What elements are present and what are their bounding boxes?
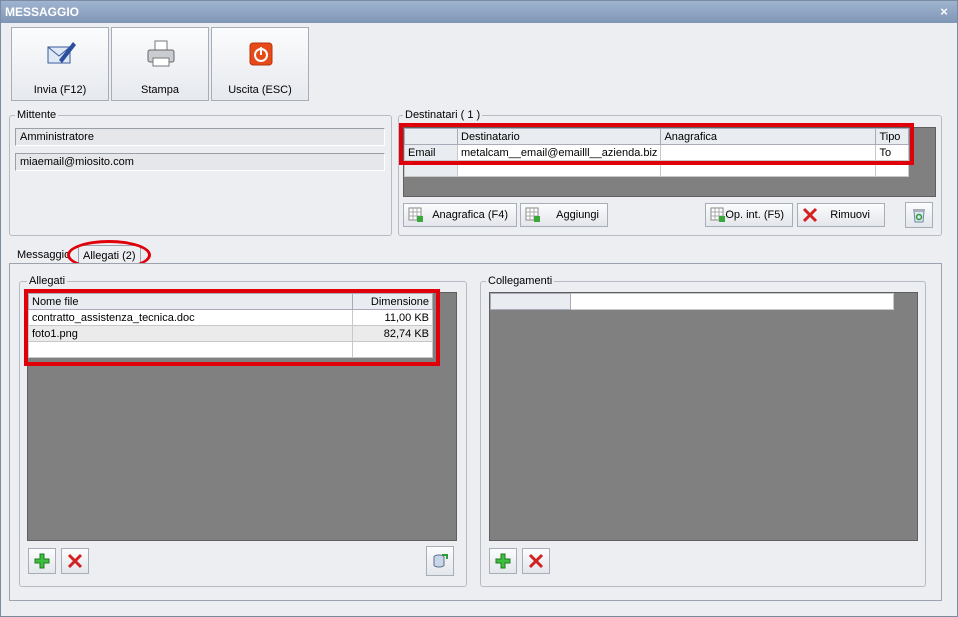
print-label: Stampa <box>141 84 179 96</box>
save-attachments-button[interactable] <box>426 546 454 576</box>
recipients-group-label: Destinatari ( 1 ) <box>403 109 483 121</box>
links-group-label: Collegamenti <box>486 275 555 287</box>
links-header-cell[interactable] <box>570 293 894 310</box>
window-title: MESSAGGIO <box>5 5 80 19</box>
red-x-icon <box>802 207 818 223</box>
printer-icon <box>147 40 175 67</box>
title-bar: MESSAGGIO × <box>1 1 957 23</box>
power-icon <box>249 42 273 66</box>
row-header <box>404 160 458 177</box>
empty-cell[interactable] <box>660 160 877 177</box>
pen-letter-icon <box>47 42 76 64</box>
filename-cell[interactable]: contratto_assistenza_tecnica.doc <box>28 309 353 326</box>
column-header-type[interactable]: Tipo <box>875 128 910 145</box>
table-row-empty[interactable] <box>28 341 433 358</box>
empty-cell[interactable] <box>875 160 910 177</box>
size-cell[interactable]: 11,00 KB <box>352 309 433 326</box>
print-button[interactable]: Stampa <box>111 27 209 101</box>
table-row[interactable]: Email metalcam__email@emailll__azienda.b… <box>404 144 910 161</box>
plus-icon <box>495 553 511 569</box>
empty-cell[interactable] <box>456 160 662 177</box>
tab-attachments[interactable]: Allegati (2) <box>78 245 141 265</box>
empty-cell[interactable] <box>28 341 353 358</box>
recipient-cell[interactable]: metalcam__email@emailll__azienda.biz <box>456 144 662 161</box>
type-cell[interactable]: To <box>875 144 910 161</box>
sender-email-field: miaemail@miosito.com <box>15 153 385 171</box>
exit-button[interactable]: Uscita (ESC) <box>211 27 309 101</box>
remove-attachment-button[interactable] <box>61 548 89 574</box>
recipients-corner-cell <box>404 128 458 145</box>
exit-label: Uscita (ESC) <box>228 84 292 96</box>
empty-cell[interactable] <box>352 341 433 358</box>
registry-label: Anagrafica (F4) <box>432 209 508 221</box>
column-header-registry[interactable]: Anagrafica <box>660 128 877 145</box>
add-recipient-button[interactable]: Aggiungi <box>520 203 608 227</box>
column-header-recipient[interactable]: Destinatario <box>456 128 662 145</box>
attachments-group-label: Allegati <box>27 275 68 287</box>
message-window: MESSAGGIO × Invia (F12) Stampa Uscita (E… <box>0 0 958 617</box>
recycle-bin-icon <box>913 209 925 223</box>
red-x-icon <box>67 553 83 569</box>
recipients-grid[interactable]: Destinatario Anagrafica Tipo Email metal… <box>403 127 936 197</box>
column-header-size[interactable]: Dimensione <box>352 293 433 310</box>
recipients-header-row: Destinatario Anagrafica Tipo <box>404 128 910 145</box>
size-cell[interactable]: 82,74 KB <box>352 325 433 342</box>
links-corner-cell <box>490 293 571 310</box>
internal-operator-button[interactable]: Op. int. (F5) <box>705 203 793 227</box>
attachments-table: Nome file Dimensione contratto_assistenz… <box>28 293 433 358</box>
database-export-icon <box>433 554 448 568</box>
add-link-button[interactable] <box>489 548 517 574</box>
registry-cell[interactable] <box>660 144 877 161</box>
sender-name-field: Amministratore <box>15 128 385 146</box>
add-recipient-label: Aggiungi <box>556 209 599 221</box>
row-header: Email <box>404 144 458 161</box>
sender-group-label: Mittente <box>15 109 59 121</box>
filename-cell[interactable]: foto1.png <box>28 325 353 342</box>
attachments-header-row: Nome file Dimensione <box>28 293 433 310</box>
add-attachment-button[interactable] <box>28 548 56 574</box>
close-icon[interactable]: × <box>937 1 951 23</box>
recipients-table: Destinatario Anagrafica Tipo Email metal… <box>404 128 910 177</box>
links-header-row <box>490 293 894 310</box>
remove-link-button[interactable] <box>522 548 550 574</box>
attachments-grid[interactable]: Nome file Dimensione contratto_assistenz… <box>27 292 457 541</box>
registry-button[interactable]: Anagrafica (F4) <box>403 203 517 227</box>
table-row[interactable]: contratto_assistenza_tecnica.doc 11,00 K… <box>28 309 433 326</box>
recycle-bin-button[interactable] <box>905 202 933 228</box>
send-label: Invia (F12) <box>33 84 87 96</box>
table-row[interactable]: foto1.png 82,74 KB <box>28 325 433 342</box>
grid-add-icon <box>525 207 540 222</box>
remove-recipient-button[interactable]: Rimuovi <box>797 203 885 227</box>
table-row-empty[interactable] <box>404 160 910 177</box>
remove-recipient-label: Rimuovi <box>830 209 870 221</box>
links-grid[interactable] <box>489 292 918 541</box>
red-x-icon <box>528 553 544 569</box>
grid-add-icon <box>710 207 725 222</box>
send-button[interactable]: Invia (F12) <box>11 27 109 101</box>
plus-icon <box>34 553 50 569</box>
internal-operator-label: Op. int. (F5) <box>725 209 784 221</box>
grid-add-icon <box>408 207 423 222</box>
links-table <box>490 293 894 310</box>
column-header-filename[interactable]: Nome file <box>28 293 353 310</box>
